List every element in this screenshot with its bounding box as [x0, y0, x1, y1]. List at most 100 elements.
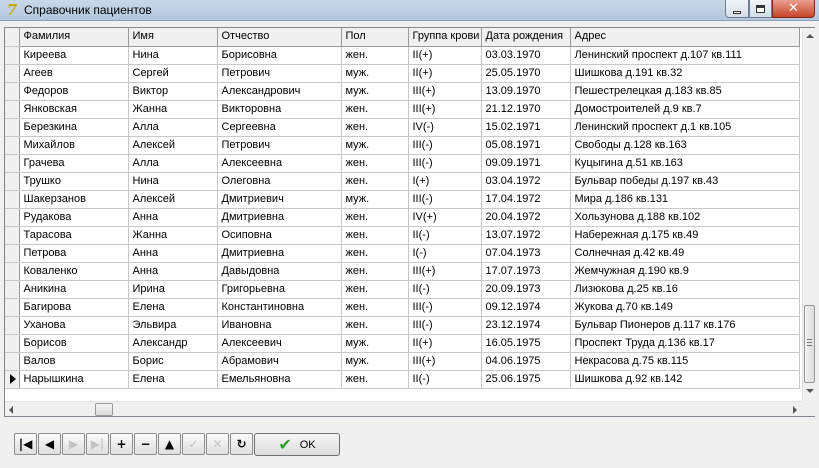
cell-patronymic[interactable]: Петрович — [217, 136, 342, 155]
cell-patronymic[interactable]: Константиновна — [217, 298, 342, 317]
table-row[interactable]: Федоров Виктор Александрович муж. III(+) 13.0… — [5, 82, 800, 101]
cell-address[interactable]: Жемчужная д.190 кв.9 — [570, 262, 800, 281]
cell-patronymic[interactable]: Алексеевич — [217, 334, 342, 353]
row-indicator[interactable] — [5, 262, 20, 281]
cell-surname[interactable]: Трушко — [19, 172, 129, 191]
row-indicator[interactable] — [5, 298, 20, 317]
column-header-sex[interactable]: Пол — [341, 28, 409, 47]
cell-sex[interactable]: жен. — [341, 100, 409, 119]
row-indicator[interactable] — [5, 316, 20, 335]
cell-surname[interactable]: Тарасова — [19, 226, 129, 245]
cell-surname[interactable]: Шакерзанов — [19, 190, 129, 209]
table-row[interactable]: Тарасова Жанна Осиповна жен. II(-) 13.07.1972… — [5, 226, 800, 245]
column-header-blood-group[interactable]: Группа крови — [408, 28, 482, 47]
cell-patronymic[interactable]: Олеговна — [217, 172, 342, 191]
cell-name[interactable]: Алла — [128, 118, 218, 137]
cell-name[interactable]: Виктор — [128, 82, 218, 101]
table-row[interactable]: Трушко Нина Олеговна жен. I(+) 03.04.1972 Буль… — [5, 172, 800, 191]
cell-address[interactable]: Жукова д.70 кв.149 — [570, 298, 800, 317]
row-indicator[interactable] — [5, 370, 20, 389]
row-indicator[interactable] — [5, 46, 20, 65]
horizontal-scrollbar[interactable] — [5, 401, 802, 416]
row-indicator[interactable] — [5, 280, 20, 299]
cell-name[interactable]: Ирина — [128, 280, 218, 299]
cell-birth-date[interactable]: 16.05.1975 — [481, 334, 571, 353]
column-header-address[interactable]: Адрес — [570, 28, 800, 47]
cell-name[interactable]: Нина — [128, 46, 218, 65]
cell-sex[interactable]: жен. — [341, 262, 409, 281]
cell-blood-group[interactable]: I(-) — [408, 244, 482, 263]
cell-birth-date[interactable]: 09.09.1971 — [481, 154, 571, 173]
cell-name[interactable]: Алексей — [128, 190, 218, 209]
cell-birth-date[interactable]: 25.06.1975 — [481, 370, 571, 389]
cell-birth-date[interactable]: 03.04.1972 — [481, 172, 571, 191]
cell-birth-date[interactable]: 09.12.1974 — [481, 298, 571, 317]
cell-name[interactable]: Нина — [128, 172, 218, 191]
row-indicator[interactable] — [5, 154, 20, 173]
first-record-button[interactable]: |◀ — [14, 433, 37, 455]
cell-name[interactable]: Анна — [128, 244, 218, 263]
cell-sex[interactable]: жен. — [341, 226, 409, 245]
cell-blood-group[interactable]: IV(-) — [408, 118, 482, 137]
cell-blood-group[interactable]: III(-) — [408, 190, 482, 209]
cell-address[interactable]: Ленинский проспект д.107 кв.111 — [570, 46, 800, 65]
cell-address[interactable]: Некрасова д.75 кв.115 — [570, 352, 800, 371]
cell-sex[interactable]: жен. — [341, 172, 409, 191]
cell-sex[interactable]: муж. — [341, 82, 409, 101]
cancel-edit-button[interactable]: ✕ — [206, 433, 229, 455]
row-indicator[interactable] — [5, 226, 20, 245]
cell-surname[interactable]: Нарышкина — [19, 370, 129, 389]
cell-address[interactable]: Ленинский проспект д.1 кв.105 — [570, 118, 800, 137]
scroll-down-icon[interactable] — [806, 389, 814, 393]
cell-address[interactable]: Шишкова д.191 кв.32 — [570, 64, 800, 83]
app-icon[interactable]: 7 — [4, 2, 20, 18]
cell-surname[interactable]: Михайлов — [19, 136, 129, 155]
minimize-button[interactable] — [725, 0, 749, 18]
table-row[interactable]: Янковская Жанна Викторовна жен. III(+) 21.12.… — [5, 100, 800, 119]
cell-surname[interactable]: Грачева — [19, 154, 129, 173]
cell-sex[interactable]: жен. — [341, 280, 409, 299]
cell-blood-group[interactable]: III(+) — [408, 262, 482, 281]
table-row[interactable]: Киреева Нина Борисовна жен. II(+) 03.03.1970 Л… — [5, 46, 800, 65]
vertical-scroll-thumb[interactable] — [804, 305, 815, 383]
cell-name[interactable]: Анна — [128, 208, 218, 227]
cell-address[interactable]: Свободы д.128 кв.163 — [570, 136, 800, 155]
cell-blood-group[interactable]: III(+) — [408, 82, 482, 101]
cell-patronymic[interactable]: Сергеевна — [217, 118, 342, 137]
cell-address[interactable]: Пешестрелецкая д.183 кв.85 — [570, 82, 800, 101]
cell-patronymic[interactable]: Александрович — [217, 82, 342, 101]
cell-patronymic[interactable]: Григорьевна — [217, 280, 342, 299]
refresh-button[interactable]: ↻ — [230, 433, 253, 455]
title-bar[interactable]: 7 Справочник пациентов ✕ — [0, 0, 819, 21]
cell-sex[interactable]: муж. — [341, 190, 409, 209]
cell-patronymic[interactable]: Давыдовна — [217, 262, 342, 281]
cell-sex[interactable]: жен. — [341, 208, 409, 227]
cell-name[interactable]: Борис — [128, 352, 218, 371]
cell-address[interactable]: Мира д.186 кв.131 — [570, 190, 800, 209]
cell-blood-group[interactable]: III(+) — [408, 100, 482, 119]
cell-sex[interactable]: жен. — [341, 46, 409, 65]
row-indicator[interactable] — [5, 82, 20, 101]
cell-blood-group[interactable]: III(-) — [408, 316, 482, 335]
column-header-name[interactable]: Имя — [128, 28, 218, 47]
cell-birth-date[interactable]: 23.12.1974 — [481, 316, 571, 335]
cell-sex[interactable]: муж. — [341, 64, 409, 83]
patients-grid[interactable]: Фамилия Имя Отчество Пол Группа крови Да… — [4, 27, 815, 417]
cell-blood-group[interactable]: II(-) — [408, 280, 482, 299]
cell-name[interactable]: Сергей — [128, 64, 218, 83]
cell-name[interactable]: Алла — [128, 154, 218, 173]
scroll-left-icon[interactable] — [9, 406, 13, 414]
cell-sex[interactable]: муж. — [341, 334, 409, 353]
cell-blood-group[interactable]: II(-) — [408, 370, 482, 389]
ok-button[interactable]: ✔ OK — [254, 433, 340, 456]
table-row[interactable]: Агеев Сергей Петрович муж. II(+) 25.05.1970 Ши… — [5, 64, 800, 83]
cell-blood-group[interactable]: III(+) — [408, 352, 482, 371]
cell-surname[interactable]: Киреева — [19, 46, 129, 65]
maximize-button[interactable] — [749, 0, 772, 18]
cell-surname[interactable]: Березкина — [19, 118, 129, 137]
cell-birth-date[interactable]: 13.07.1972 — [481, 226, 571, 245]
cell-name[interactable]: Анна — [128, 262, 218, 281]
cell-address[interactable]: Шишкова д.92 кв.142 — [570, 370, 800, 389]
table-row[interactable]: Аникина Ирина Григорьевна жен. II(-) 20.09.19… — [5, 280, 800, 299]
post-edit-button[interactable]: ✓ — [182, 433, 205, 455]
